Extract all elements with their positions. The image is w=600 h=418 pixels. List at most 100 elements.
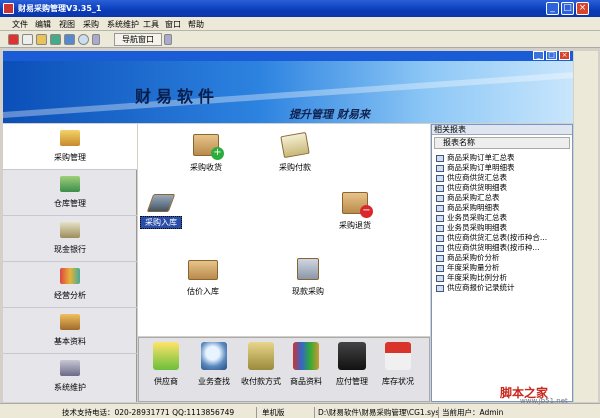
- report-item[interactable]: 商品采购明细表: [436, 203, 570, 213]
- report-item[interactable]: 业务员采购汇总表: [436, 213, 570, 223]
- shortcut-inventory[interactable]: 库存状况: [377, 342, 419, 387]
- nav-label: 采购管理: [54, 153, 86, 162]
- report-item[interactable]: 商品采购订单明细表: [436, 163, 570, 173]
- nav-warehouse[interactable]: 仓库管理: [3, 170, 137, 216]
- nav-cash-bank[interactable]: 现金银行: [3, 216, 137, 262]
- shortcut-label: 库存状况: [382, 377, 414, 386]
- purchase-receipt-label: 采购收货: [190, 163, 222, 172]
- reports-title: 相关报表: [432, 125, 572, 135]
- report-item[interactable]: 年度采购比例分析: [436, 273, 570, 283]
- purchase-payment-item[interactable]: 采购付款: [275, 131, 315, 173]
- shortcut-products[interactable]: 商品资料: [285, 342, 327, 387]
- minimize-button[interactable]: _: [546, 2, 559, 15]
- report-icon: [436, 254, 444, 262]
- nav-label: 仓库管理: [54, 199, 86, 208]
- shortcut-payment-method[interactable]: 收付款方式: [237, 342, 285, 387]
- report-icon: [436, 204, 444, 212]
- supplier-icon: [153, 342, 179, 370]
- nav-label: 系统维护: [54, 383, 86, 392]
- shovel-icon: [146, 194, 176, 212]
- nav-dropdown-icon[interactable]: [164, 34, 172, 45]
- mdi-caption: _ □ ×: [3, 51, 573, 61]
- cart-icon: [297, 258, 319, 280]
- calculator-icon[interactable]: [64, 34, 75, 45]
- report-item[interactable]: 供应商供货明细表(按币种...: [436, 243, 570, 253]
- report-item[interactable]: 商品采购价分析: [436, 253, 570, 263]
- report-item[interactable]: 供应商供货汇总表(按币种合...: [436, 233, 570, 243]
- payment-icon: [280, 131, 310, 159]
- report-icon: [436, 284, 444, 292]
- shortcut-label: 业务查找: [198, 377, 230, 386]
- menu-file[interactable]: 文件: [12, 19, 28, 30]
- report-icon: [436, 274, 444, 282]
- nav-label: 现金银行: [54, 245, 86, 254]
- tools-icon: [60, 360, 80, 376]
- register-icon: [338, 342, 366, 370]
- menu-window[interactable]: 窗口: [165, 19, 181, 30]
- report-icon: [436, 164, 444, 172]
- nav-window-button[interactable]: 导航窗口: [114, 33, 162, 46]
- banner: 财易软件 提升管理 财易来: [3, 61, 573, 123]
- price-inbound-item[interactable]: 估价入库: [183, 260, 223, 297]
- menu-edit[interactable]: 编辑: [35, 19, 51, 30]
- window-title: 财易采购管理V3.35_1: [18, 4, 102, 13]
- mdi-background: [574, 51, 598, 402]
- shortcut-search[interactable]: 业务查找: [193, 342, 235, 387]
- shortcut-label: 供应商: [154, 377, 178, 386]
- title-bar: 财易采购管理V3.35_1 _ □ ×: [0, 0, 600, 17]
- magnifier-icon: [201, 342, 227, 370]
- shortcut-bar: 供应商 业务查找 收付款方式 商品资料 应付管理 库存状况: [138, 337, 430, 402]
- menu-purchase[interactable]: 采购: [83, 19, 99, 30]
- toolbar-dropdown-icon[interactable]: [92, 34, 100, 45]
- nav-label: 基本资料: [54, 337, 86, 346]
- workspace: + 采购收货 采购付款 采购入库 − 采购退货 估价入库 现款采购: [138, 124, 430, 336]
- nav-basic-data[interactable]: 基本资料: [3, 308, 137, 354]
- close-button[interactable]: ×: [576, 2, 589, 15]
- bank-icon: [60, 222, 80, 238]
- reports-panel: 相关报表 报表名称 商品采购订单汇总表 商品采购订单明细表 供应商供货汇总表 供…: [431, 124, 573, 402]
- mdi-close-button[interactable]: ×: [559, 51, 570, 60]
- report-item[interactable]: 供应商供货汇总表: [436, 173, 570, 183]
- menu-system[interactable]: 系统维护: [107, 19, 139, 30]
- menu-view[interactable]: 视图: [59, 19, 75, 30]
- nav-purchase[interactable]: 采购管理: [3, 124, 137, 170]
- store-icon: [385, 342, 411, 370]
- mdi-maximize-button[interactable]: □: [546, 51, 557, 60]
- report-icon: [436, 264, 444, 272]
- folder-icon: [60, 314, 80, 330]
- purchase-inbound-item[interactable]: 采购入库: [140, 194, 182, 229]
- help-icon[interactable]: [78, 34, 89, 45]
- paste-icon[interactable]: [36, 34, 47, 45]
- purchase-receipt-item[interactable]: + 采购收货: [186, 134, 226, 173]
- purchase-inbound-label: 采购入库: [140, 216, 182, 229]
- purchase-return-label: 采购退货: [339, 221, 371, 230]
- cut-icon[interactable]: [8, 34, 19, 45]
- status-divider: [438, 407, 439, 418]
- report-icon: [436, 224, 444, 232]
- nav-system[interactable]: 系统维护: [3, 354, 137, 400]
- print-icon[interactable]: [50, 34, 61, 45]
- status-path: D:\财易软件\财易采购管理\CG1.sys: [318, 408, 440, 417]
- chart-icon: [60, 268, 80, 284]
- report-item[interactable]: 年度采购量分析: [436, 263, 570, 273]
- report-item[interactable]: 供应商报价记录统计: [436, 283, 570, 293]
- copy-icon[interactable]: [22, 34, 33, 45]
- box-minus-icon: −: [342, 192, 373, 218]
- status-support: 技术支持电话：020-28931771 QQ:1113856749: [62, 408, 235, 417]
- cash-purchase-item[interactable]: 现款采购: [288, 258, 328, 297]
- report-item[interactable]: 商品采购订单汇总表: [436, 153, 570, 163]
- banner-brand: 财易软件: [135, 87, 220, 106]
- box-plus-icon: +: [193, 134, 224, 160]
- menu-tools[interactable]: 工具: [143, 19, 159, 30]
- nav-analysis[interactable]: 经营分析: [3, 262, 137, 308]
- menu-help[interactable]: 帮助: [188, 19, 204, 30]
- purchase-return-item[interactable]: − 采购退货: [335, 192, 375, 231]
- maximize-button[interactable]: □: [561, 2, 574, 15]
- mdi-minimize-button[interactable]: _: [533, 51, 544, 60]
- banner-slogan: 提升管理 财易来: [289, 108, 370, 121]
- shortcut-supplier[interactable]: 供应商: [145, 342, 187, 387]
- report-item[interactable]: 业务员采购明细表: [436, 223, 570, 233]
- report-item[interactable]: 供应商供货明细表: [436, 183, 570, 193]
- shortcut-payables[interactable]: 应付管理: [331, 342, 373, 387]
- report-item[interactable]: 商品采购汇总表: [436, 193, 570, 203]
